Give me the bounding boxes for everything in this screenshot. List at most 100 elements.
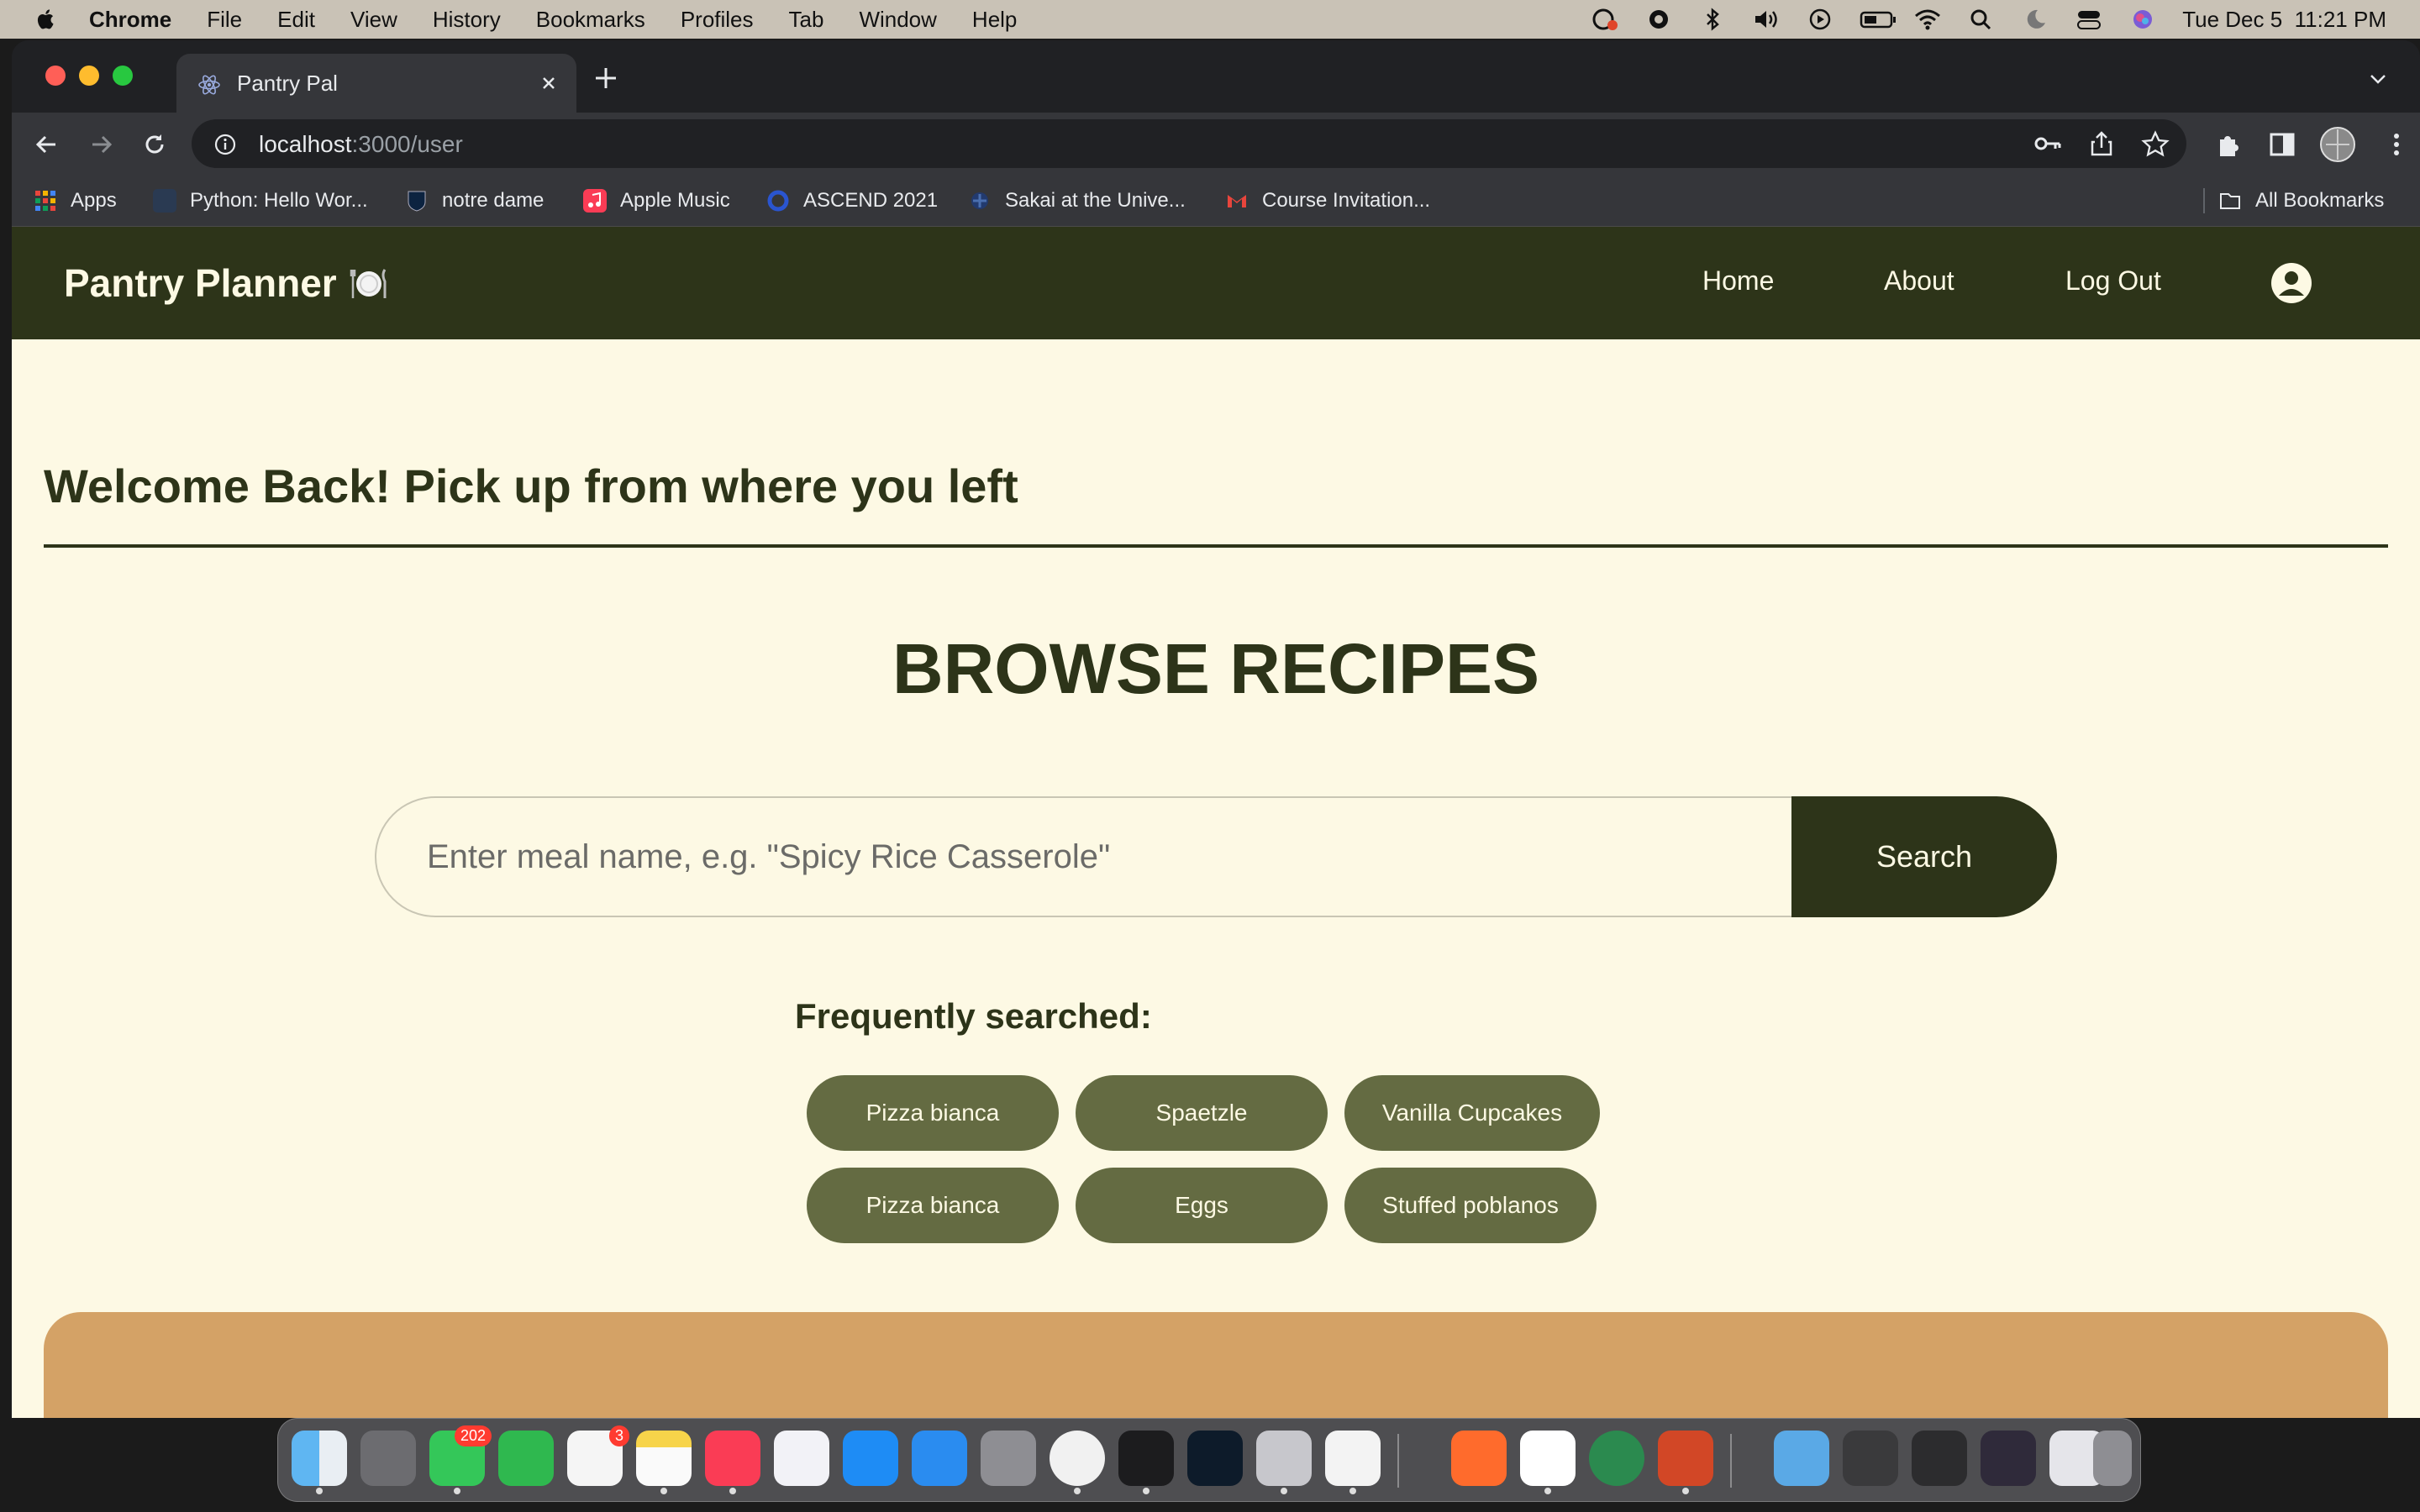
new-tab-plus-icon[interactable] [592,64,620,92]
frequent-search-chip[interactable]: Eggs [1076,1168,1328,1243]
search-button[interactable]: Search [1791,796,2057,917]
menu-profiles[interactable]: Profiles [681,7,754,33]
user-account-icon[interactable] [2270,262,2312,304]
reminders-icon[interactable]: 3 [567,1425,629,1486]
app-store-icon[interactable] [843,1431,898,1486]
window-thumbnail[interactable] [1912,1431,1967,1486]
bookmark-label: All Bookmarks [2255,189,2385,212]
bookmark-python-hello-world[interactable]: Python: Hello Wor... [153,186,368,215]
forward-arrow-icon[interactable] [86,129,116,160]
tab-strip: Pantry Pal [12,40,2420,113]
tab-close-icon[interactable] [536,71,561,96]
menu-app-name[interactable]: Chrome [89,7,171,33]
bluetooth-icon[interactable] [1698,7,1727,32]
menu-view[interactable]: View [350,7,397,33]
safari-icon[interactable] [912,1431,967,1486]
creative-cloud-icon[interactable] [1591,7,1619,32]
bookmark-sakai[interactable]: Sakai at the Unive... [968,186,1186,215]
frequent-search-chip[interactable]: Pizza bianca [807,1075,1059,1151]
brand-logo[interactable]: Pantry Planner [64,260,389,306]
tab-search-chevron-icon[interactable] [2366,69,2390,89]
window-close-button[interactable] [45,66,66,86]
running-indicator [316,1488,323,1494]
profile-avatar[interactable] [2319,126,2356,163]
side-panel-icon[interactable] [2267,129,2297,160]
music-icon[interactable] [705,1431,760,1494]
frequent-search-chip[interactable]: Stuffed poblanos [1344,1168,1597,1243]
bookmark-apps[interactable]: Apps [34,186,117,215]
apps-grid-icon [34,189,57,213]
back-arrow-icon[interactable] [32,129,62,160]
slack-icon[interactable] [1520,1431,1576,1494]
now-playing-icon[interactable] [1806,7,1834,32]
share-icon[interactable] [2087,130,2116,157]
downloads-folder-icon[interactable] [1774,1431,1829,1486]
edge-icon[interactable] [1589,1431,1644,1486]
frequent-search-chip[interactable]: Spaetzle [1076,1075,1328,1151]
focus-moon-icon[interactable] [2021,7,2049,32]
bookmark-apple-music[interactable]: Apple Music [583,186,730,215]
powershell-icon[interactable] [1187,1431,1243,1486]
tab-pantry-pal[interactable]: Pantry Pal [176,54,576,113]
wifi-icon[interactable] [1913,7,1942,32]
url-host: localhost [259,131,352,157]
notes-icon[interactable] [636,1431,692,1494]
chrome-icon[interactable] [1050,1431,1105,1494]
terminal-icon[interactable] [1118,1431,1174,1494]
running-indicator [1281,1488,1287,1494]
site-info-icon[interactable] [213,133,237,156]
sync-icon[interactable] [1644,7,1673,32]
bookmark-course-invitation[interactable]: Course Invitation... [1225,186,1430,215]
launchpad-icon[interactable] [360,1431,416,1486]
bookmark-label: Apps [71,189,117,212]
frequent-search-chip[interactable]: Pizza bianca [807,1168,1059,1243]
password-key-icon[interactable] [2033,130,2062,157]
kebab-menu-icon[interactable] [2381,129,2412,160]
window-zoom-button[interactable] [113,66,133,86]
control-center-icon[interactable] [2075,7,2103,32]
reload-icon[interactable] [139,129,170,160]
affinity-icon[interactable] [1256,1431,1312,1494]
menu-help[interactable]: Help [972,7,1017,33]
nav-home-link[interactable]: Home [1702,265,1774,297]
bookmark-ascend-2021[interactable]: ASCEND 2021 [766,186,938,215]
dock-separator [1397,1434,1399,1488]
facetime-icon[interactable] [498,1431,554,1486]
freeform-icon[interactable] [774,1431,829,1486]
menu-bookmarks[interactable]: Bookmarks [536,7,645,33]
battery-icon[interactable] [1860,7,1897,32]
apple-logo-icon[interactable] [34,7,59,32]
window-minimize-button[interactable] [79,66,99,86]
volume-icon[interactable] [1752,7,1781,32]
bookmark-notre-dame[interactable]: notre dame [405,186,544,215]
menu-window[interactable]: Window [859,7,936,33]
vscode-icon[interactable] [1325,1431,1381,1494]
bookmark-label: Sakai at the Unive... [1005,189,1186,212]
running-indicator [1349,1488,1356,1494]
siri-icon[interactable] [2128,7,2157,32]
meal-search-input[interactable] [375,796,1803,917]
menu-edit[interactable]: Edit [277,7,315,33]
finder-icon[interactable] [292,1431,347,1494]
menu-file[interactable]: File [207,7,242,33]
bookmark-all-bookmarks[interactable]: All Bookmarks [2218,186,2384,215]
powerpoint-icon[interactable] [1658,1431,1713,1494]
trash-icon[interactable] [2093,1431,2132,1486]
pages-pen-icon[interactable] [1451,1431,1507,1486]
spotlight-search-icon[interactable] [1967,7,1996,32]
window-thumbnail[interactable] [1981,1431,2036,1486]
address-bar[interactable]: localhost:3000/user [192,119,2186,168]
menu-history[interactable]: History [433,7,501,33]
messages-icon[interactable]: 202 [429,1425,492,1494]
url-text[interactable]: localhost:3000/user [259,131,463,158]
brand-name: Pantry Planner [64,261,337,305]
menu-tab[interactable]: Tab [789,7,824,33]
nav-about-link[interactable]: About [1884,265,1954,297]
bookmark-star-icon[interactable] [2141,130,2170,157]
extensions-puzzle-icon[interactable] [2213,129,2244,160]
nav-logout-link[interactable]: Log Out [2065,265,2161,297]
system-settings-icon[interactable] [981,1431,1036,1486]
menu-clock[interactable]: Tue Dec 5 11:21 PM [2182,7,2386,33]
window-thumbnail[interactable] [1843,1431,1898,1486]
frequent-search-chip[interactable]: Vanilla Cupcakes [1344,1075,1600,1151]
